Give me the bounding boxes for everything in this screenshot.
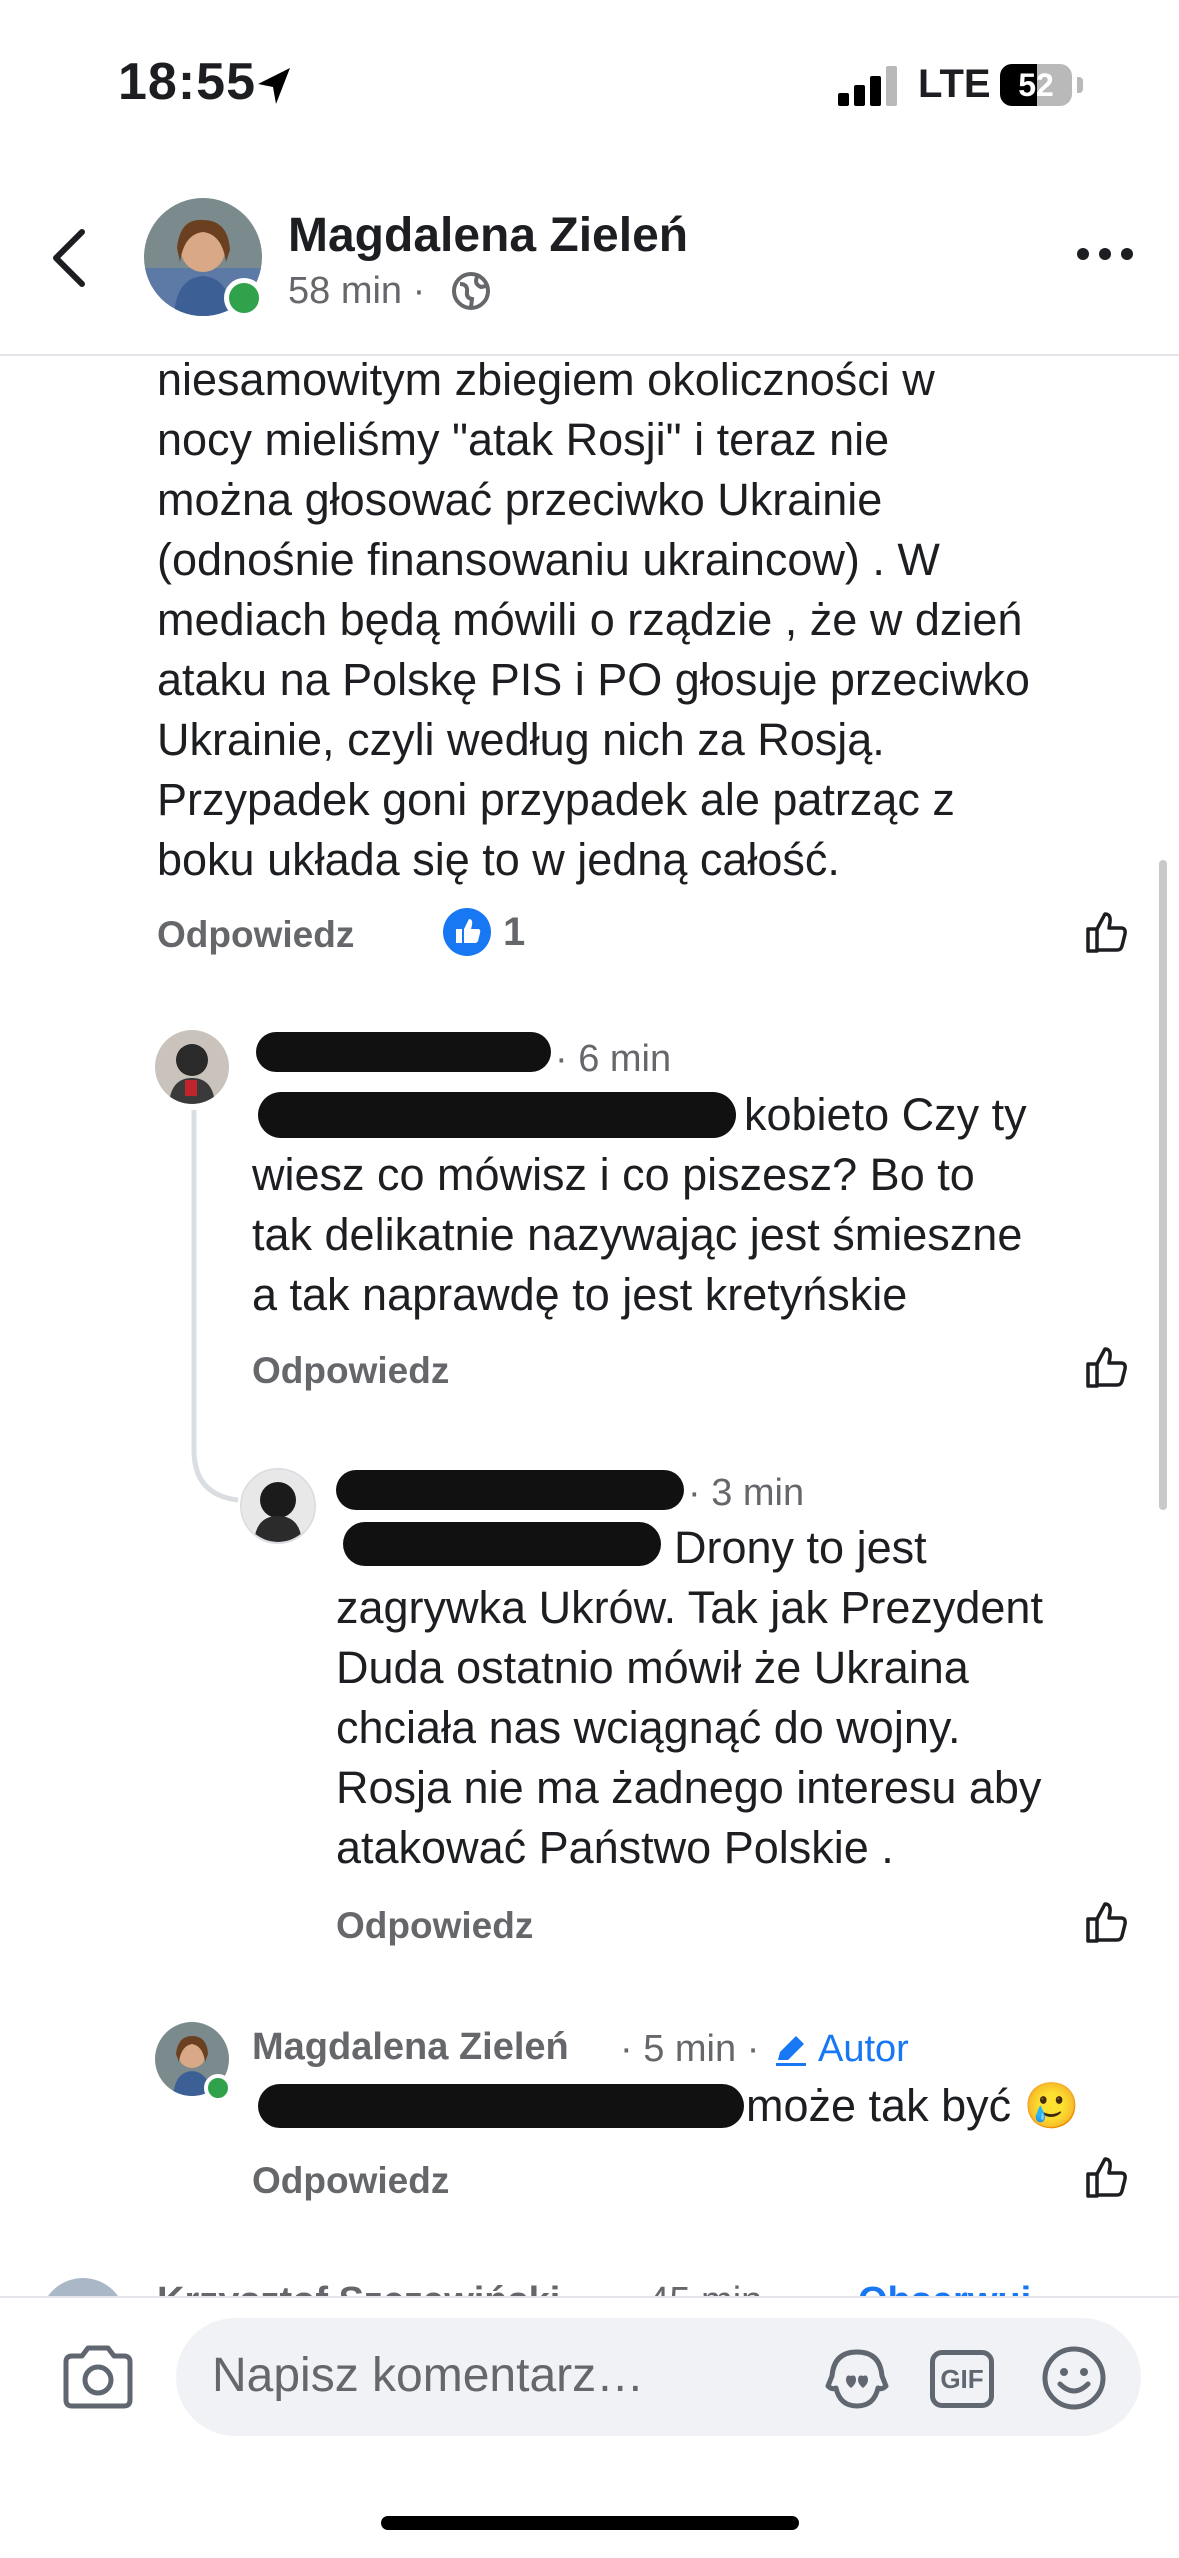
location-arrow-icon xyxy=(258,68,290,104)
redacted-name xyxy=(256,1032,551,1072)
commenter-avatar[interactable] xyxy=(155,1030,229,1104)
online-indicator xyxy=(224,278,264,318)
redacted-name xyxy=(336,1470,684,1510)
back-arrow-icon[interactable] xyxy=(44,226,94,290)
comment-line: Ukrainie, czyli według nich za Rosją. xyxy=(157,714,885,765)
comment-line: Drony to jest xyxy=(336,1518,1136,1578)
like-outline-icon[interactable] xyxy=(1080,2150,1134,2204)
status-time: 18:55 xyxy=(118,53,256,111)
thread-line xyxy=(191,1110,239,1503)
comment-line: a tak naprawdę to jest kretyńskie xyxy=(252,1269,908,1320)
comment-line: można głosować przeciwko Ukrainie xyxy=(157,474,883,525)
comment-4-text: może tak być 🥲 xyxy=(252,2076,1142,2136)
comment-time: · 5 min · xyxy=(620,2028,760,2070)
comment-line: tak delikatnie nazywając jest śmieszne xyxy=(252,1209,1023,1260)
comment-line: Duda ostatnio mówił że Ukraina xyxy=(336,1642,969,1693)
online-indicator xyxy=(204,2074,232,2102)
comment-line: może tak być 🥲 xyxy=(252,2076,1142,2136)
comment-line: wiesz co mówisz i co piszesz? Bo to xyxy=(252,1149,975,1200)
comment-line: niesamowitym zbiegiem okoliczności w xyxy=(157,354,935,405)
comment-time: · 3 min xyxy=(688,1472,805,1514)
comment-first-line: Drony to jest xyxy=(674,1522,927,1573)
signal-icon xyxy=(838,66,898,106)
network-label: LTE xyxy=(918,62,991,106)
comment-line: nocy mieliśmy "atak Rosji" i teraz nie xyxy=(157,414,890,465)
comment-line: zagrywka Ukrów. Tak jak Prezydent xyxy=(336,1582,1043,1633)
reply-button[interactable]: Odpowiedz xyxy=(157,914,354,956)
reaction-count[interactable]: 1 xyxy=(503,910,525,955)
author-badge: Autor xyxy=(818,2028,909,2070)
scroll-indicator xyxy=(1159,860,1167,1510)
comment-line: mediach będą mówili o rządzie , że w dzi… xyxy=(157,594,1023,645)
comment-line: (odnośnie finansowaniu ukraincow) . W xyxy=(157,534,940,585)
comment-first-line: kobieto Czy ty xyxy=(744,1089,1027,1140)
thumbs-up-icon xyxy=(443,908,491,956)
crying-smile-emoji: 🥲 xyxy=(1023,2080,1080,2131)
avatar-sticker-icon[interactable] xyxy=(822,2346,892,2412)
post-author-name[interactable]: Magdalena Zieleń xyxy=(288,208,688,263)
comment-time: · 6 min xyxy=(555,1038,672,1080)
like-outline-icon[interactable] xyxy=(1080,1340,1134,1394)
commenter-name[interactable]: Magdalena Zieleń xyxy=(252,2026,569,2069)
comment-line: chciała nas wciągnąć do wojny. xyxy=(336,1702,961,1753)
post-meta: 58 min · xyxy=(288,270,425,313)
reply-button[interactable]: Odpowiedz xyxy=(252,2160,449,2202)
post-time: 58 min xyxy=(288,270,403,312)
comment-placeholder: Napisz komentarz… xyxy=(212,2349,645,2402)
comment-line: Rosja nie ma żadnego interesu aby xyxy=(336,1762,1042,1813)
comment-line: atakować Państwo Polskie . xyxy=(336,1822,894,1873)
battery-text: 52 xyxy=(1018,67,1054,103)
battery-icon: 52 xyxy=(1000,64,1072,106)
reply-button[interactable]: Odpowiedz xyxy=(252,1350,449,1392)
comment-2-text: kobieto Czy ty wiesz co mówisz i co pisz… xyxy=(252,1085,1132,1325)
like-outline-icon[interactable] xyxy=(1080,1895,1134,1949)
more-icon[interactable] xyxy=(1075,244,1135,264)
battery-tip xyxy=(1077,77,1083,93)
pencil-icon xyxy=(776,2036,806,2066)
comment-line: Przypadek goni przypadek ale patrząc z xyxy=(157,774,955,825)
meta-separator: · xyxy=(412,270,426,312)
comment-3-text: Drony to jest zagrywka Ukrów. Tak jak Pr… xyxy=(336,1518,1136,1878)
gif-icon[interactable]: GIF xyxy=(930,2350,994,2408)
home-indicator xyxy=(381,2516,799,2530)
comment-line: boku układa się to w jedną całość. xyxy=(157,834,840,885)
comment-first-line: może tak być xyxy=(746,2080,1012,2131)
commenter-avatar[interactable] xyxy=(240,1468,316,1544)
like-outline-icon[interactable] xyxy=(1080,905,1134,959)
emoji-icon[interactable] xyxy=(1040,2344,1108,2412)
comment-line: ataku na Polskę PIS i PO głosuje przeciw… xyxy=(157,654,1030,705)
comment-line: kobieto Czy ty xyxy=(252,1085,1132,1145)
globe-icon xyxy=(452,272,490,310)
comment-1-text: niesamowitym zbiegiem okoliczności w noc… xyxy=(157,350,1030,890)
reply-button[interactable]: Odpowiedz xyxy=(336,1905,533,1947)
camera-icon[interactable] xyxy=(60,2344,136,2410)
